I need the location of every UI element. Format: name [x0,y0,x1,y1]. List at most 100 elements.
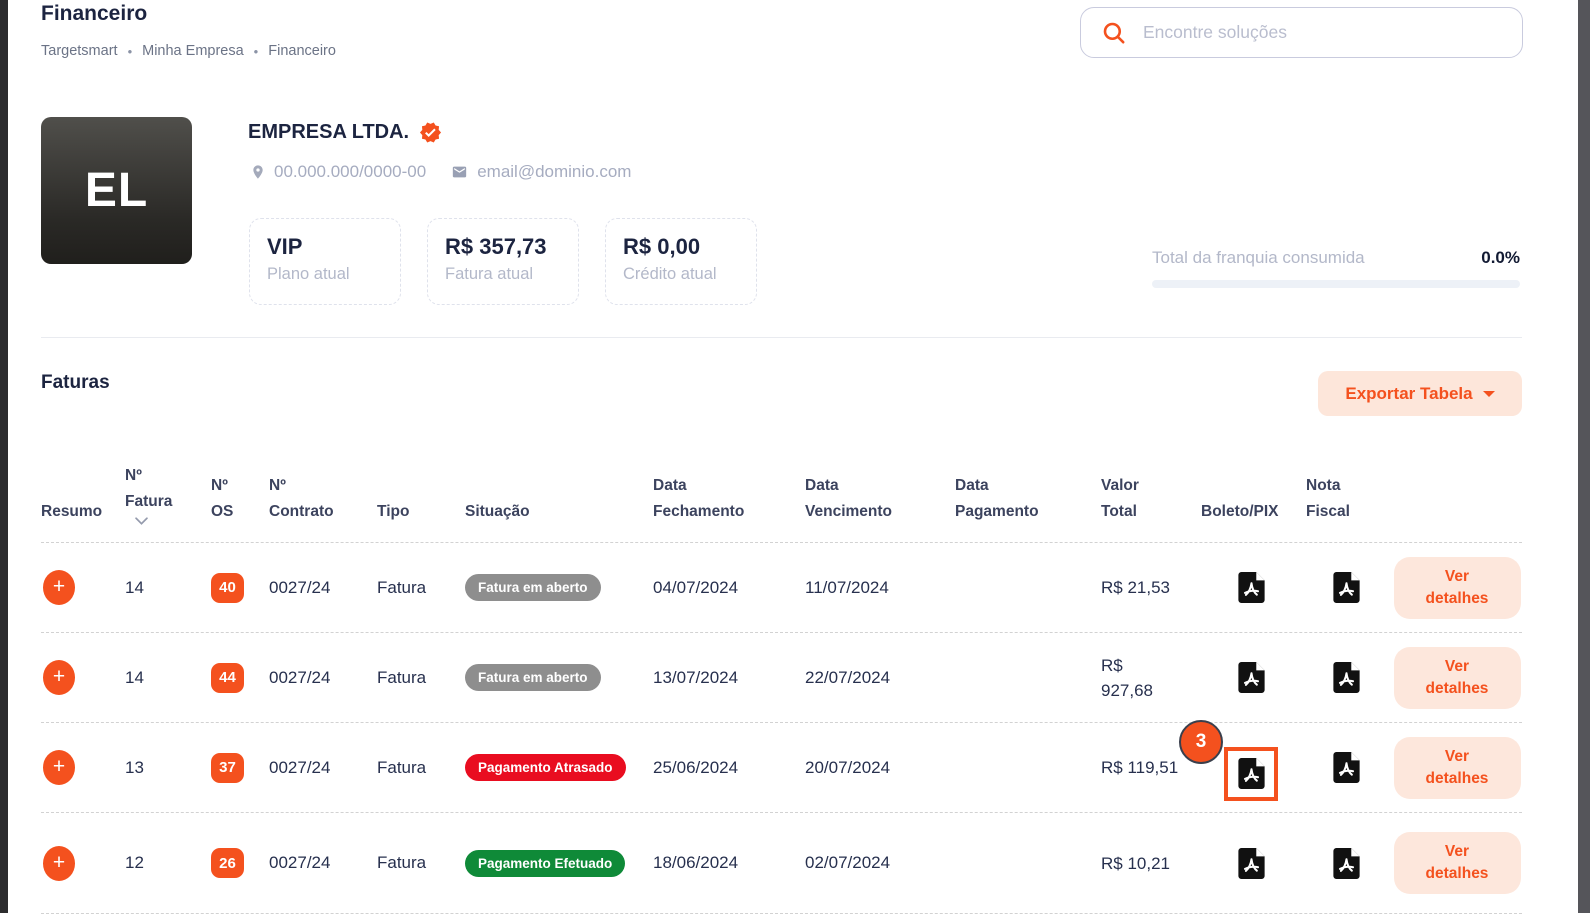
cell-numero-contrato: 0027/24 [269,757,331,777]
sort-chevron-down-icon [135,517,148,525]
os-number-badge[interactable]: 37 [211,752,244,783]
stat-label: Crédito atual [623,265,717,283]
franquia-block: Total da franquia consumida 0.0% [1152,248,1520,288]
header-tipo: Tipo [377,503,410,520]
os-number-badge[interactable]: 40 [211,572,244,603]
cell-tipo: Fatura [377,667,427,687]
ver-detalhes-button[interactable]: Ver detalhes [1393,832,1521,894]
boleto-pdf-button[interactable] [1237,847,1265,879]
stat-card-plano: VIP Plano atual [249,218,401,305]
header-numero-fatura[interactable]: Nº Fatura [125,463,211,542]
stat-label: Plano atual [267,265,350,283]
annotation-step-badge: 3 [1179,720,1223,764]
franquia-label: Total da franquia consumida [1152,248,1365,267]
breadcrumb: Targetsmart • Minha Empresa • Financeiro [41,43,336,59]
company-name: EMPRESA LTDA. [248,121,410,143]
faturas-table: Resumo Nº Fatura Nº OS Nº Contrato Tipo … [41,431,1522,914]
pdf-file-icon [1237,572,1265,603]
header-numero-os: Nº OS [211,477,234,520]
envelope-icon [453,166,467,178]
annotation-highlight-box [1224,746,1278,801]
header-valor-total: Valor Total [1101,477,1139,520]
ver-detalhes-button[interactable]: Ver detalhes [1393,646,1521,709]
franquia-value: 0.0% [1481,248,1520,267]
header-boleto-pix: Boleto/PIX [1201,503,1279,520]
location-pin-icon [253,165,263,179]
company-avatar: EL [41,117,192,264]
expand-row-button[interactable]: + [43,660,75,695]
expand-row-button[interactable]: + [43,570,75,605]
search-input[interactable] [1141,21,1522,44]
cell-data-fechamento: 04/07/2024 [653,577,739,597]
ver-detalhes-button[interactable]: Ver detalhes [1393,736,1521,799]
nota-fiscal-pdf-button[interactable] [1333,752,1360,783]
table-header-row: Resumo Nº Fatura Nº OS Nº Contrato Tipo … [41,431,1522,542]
verified-badge-icon [420,122,442,143]
search-icon [1103,22,1125,44]
header-numero-contrato: Nº Contrato [269,477,334,520]
breadcrumb-item-minha-empresa[interactable]: Minha Empresa [142,43,244,59]
stat-label: Fatura atual [445,265,534,283]
cell-data-fechamento: 25/06/2024 [653,757,739,777]
header-data-fechamento: Data Fechamento [653,477,745,520]
header-data-pagamento: Data Pagamento [955,477,1039,520]
expand-row-button[interactable]: + [43,845,75,881]
company-stats: VIP Plano atual R$ 357,73 Fatura atual R… [249,218,757,305]
table-row: + 13 37 0027/24 Fatura Pagamento Atrasad… [41,722,1522,812]
header-situacao: Situação [465,503,530,520]
nota-fiscal-pdf-button[interactable] [1333,662,1360,693]
breadcrumb-item-financeiro[interactable]: Financeiro [268,43,336,59]
cell-data-fechamento: 13/07/2024 [653,667,739,687]
boleto-pdf-button[interactable] [1237,662,1265,693]
expand-row-button[interactable]: + [43,750,75,785]
stat-value: R$ 0,00 [623,234,701,259]
stat-card-fatura: R$ 357,73 Fatura atual [427,218,579,305]
header-resumo: Resumo [41,503,103,520]
pdf-file-icon [1333,847,1360,879]
os-number-badge[interactable]: 26 [211,848,244,878]
search-box[interactable] [1080,7,1523,58]
company-contacts: 00.000.000/0000-00 email@dominio.com [250,162,631,182]
company-initials: EL [84,164,149,217]
status-badge: Fatura em aberto [465,574,601,601]
boleto-pdf-button[interactable] [1237,758,1265,789]
cell-valor-total: R$ 21,53 [1101,578,1170,597]
stat-value: VIP [267,234,303,259]
table-row: + 12 26 0027/24 Fatura Pagamento Efetuad… [41,812,1522,914]
header-data-vencimento: Data Vencimento [805,477,892,520]
boleto-pdf-button[interactable] [1237,572,1265,603]
export-table-button[interactable]: Exportar Tabela [1318,371,1522,416]
export-table-label: Exportar Tabela [1345,383,1473,403]
cell-valor-total: R$ 927,68 [1101,655,1153,700]
pdf-file-icon [1333,752,1360,783]
pdf-file-icon [1237,847,1265,879]
pdf-file-icon [1333,662,1360,693]
cell-data-vencimento: 20/07/2024 [805,757,891,777]
ver-detalhes-button[interactable]: Ver detalhes [1393,556,1521,619]
nota-fiscal-pdf-button[interactable] [1333,847,1360,879]
breadcrumb-separator-icon: • [253,43,259,59]
cell-tipo: Fatura [377,757,427,777]
nota-fiscal-pdf-button[interactable] [1333,572,1360,603]
table-row: + 14 44 0027/24 Fatura Fatura em aberto … [41,632,1522,722]
company-email: email@dominio.com [477,162,632,181]
faturas-section-title: Faturas [41,372,110,393]
cell-data-vencimento: 11/07/2024 [805,577,889,597]
cell-numero-fatura: 14 [125,667,144,687]
company-cnpj-item: 00.000.000/0000-00 [250,162,426,182]
window-edge-right [1578,0,1590,913]
cell-valor-total: R$ 10,21 [1101,853,1170,873]
breadcrumb-item-targetsmart[interactable]: Targetsmart [41,43,118,59]
status-badge: Fatura em aberto [465,664,601,691]
franquia-progress-bar [1152,280,1520,288]
cell-tipo: Fatura [377,577,427,597]
page-title: Financeiro [41,2,148,25]
pdf-file-icon [1237,758,1265,789]
cell-data-vencimento: 22/07/2024 [805,667,891,687]
pdf-file-icon [1333,572,1360,603]
section-divider [41,337,1522,338]
caret-down-icon [1482,390,1495,397]
pdf-file-icon [1237,662,1265,693]
os-number-badge[interactable]: 44 [211,662,244,693]
stat-card-credito: R$ 0,00 Crédito atual [605,218,757,305]
